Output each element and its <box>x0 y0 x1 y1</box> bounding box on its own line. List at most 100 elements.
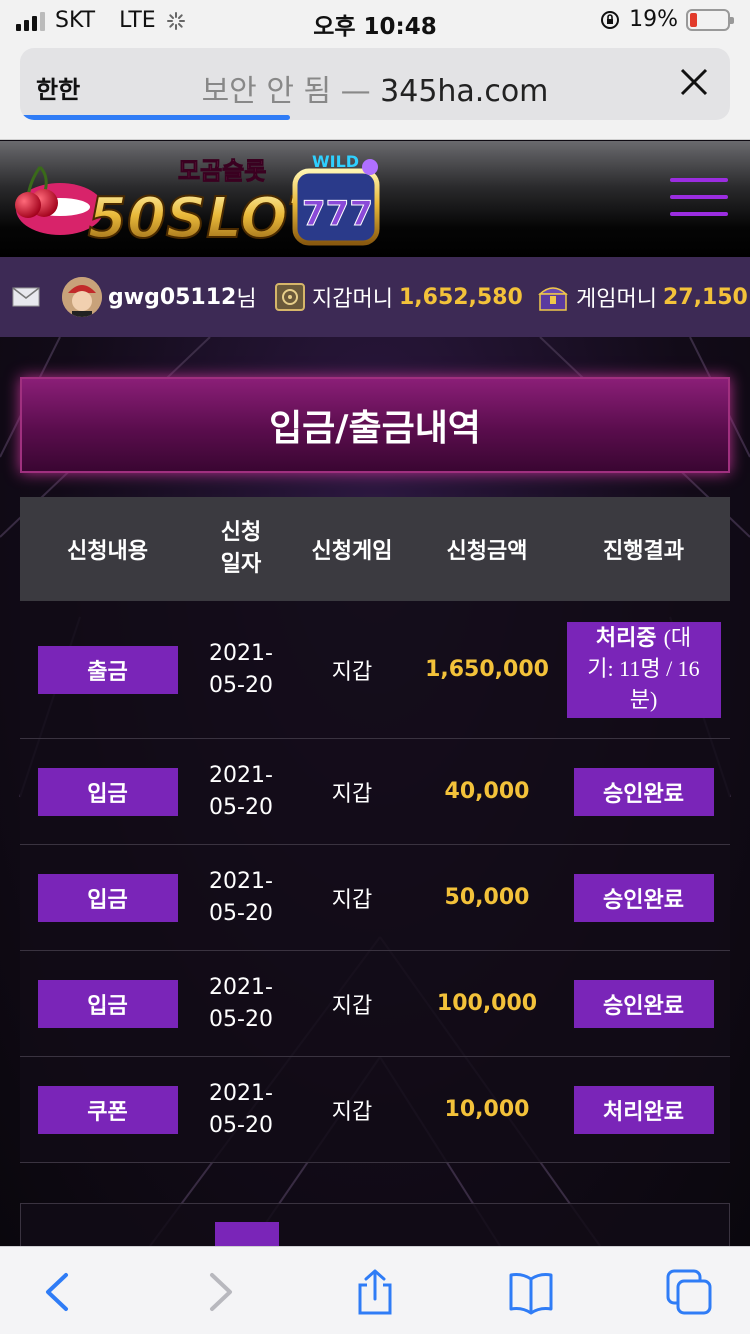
status-badge[interactable]: 승인완료 <box>573 979 714 1028</box>
status-badge[interactable]: 승인완료 <box>573 767 714 816</box>
close-icon[interactable] <box>674 62 714 102</box>
row-amount: 1,650,000 <box>425 657 549 682</box>
logo-badge-text: WILD <box>312 152 359 171</box>
row-game: 지갑 <box>331 781 373 807</box>
status-badge[interactable]: 처리완료 <box>573 1085 714 1134</box>
header-result: 진행결과 <box>603 539 684 564</box>
header-date: 신청 일자 <box>195 517 287 581</box>
logo-reel-text: 777 <box>302 194 373 234</box>
type-badge[interactable]: 출금 <box>37 645 178 694</box>
logo-korean-text: 모곰슬롯 <box>178 157 266 185</box>
username: gwg05112 <box>108 284 237 310</box>
site-header: 모곰슬롯 50SLOT WILD 777 <box>0 141 750 257</box>
mail-button[interactable] <box>12 257 40 337</box>
chevron-left-icon[interactable] <box>36 1269 82 1315</box>
status-bold: 처리중 <box>595 626 657 651</box>
row-game: 지갑 <box>331 659 373 685</box>
status-badge-pending[interactable]: 처리중 (대 기: 11명 / 16 분) <box>566 621 721 718</box>
wallet-amount: 1,652,580 <box>398 284 523 310</box>
main-content: 입금/출금내역 신청내용 신청 일자 신청게임 신청금액 진행결과 출금 202… <box>0 337 750 1246</box>
status-rest-1: (대 <box>663 625 692 650</box>
table-row: 출금 2021- 05-20 지갑 1,650,000 처리중 (대 기: 11… <box>20 601 730 739</box>
date-line1: 2021- <box>209 762 273 788</box>
wallet-money: 지갑머니 1,652,580 <box>274 257 523 337</box>
date-line1: 2021- <box>209 868 273 894</box>
status-badge[interactable]: 승인완료 <box>573 873 714 922</box>
user-info-bar: gwg05112 님 지갑머니 1,652,580 게임머니 27,150 <box>0 257 750 337</box>
insecure-label: 보안 안 됨 — <box>201 74 371 109</box>
page-title-banner: 입금/출금내역 <box>20 377 730 473</box>
battery-fill <box>690 12 697 27</box>
row-amount: 100,000 <box>436 991 538 1016</box>
header-type: 신청내용 <box>67 539 148 564</box>
game-money: 게임머니 27,150 <box>536 257 748 337</box>
url-text[interactable]: 보안 안 됨 — 345ha.com <box>20 66 730 110</box>
transaction-table: 신청내용 신청 일자 신청게임 신청금액 진행결과 출금 2021- 05-20… <box>20 497 730 1163</box>
type-badge[interactable]: 쿠폰 <box>37 1085 178 1134</box>
date-line2: 05-20 <box>209 672 273 698</box>
row-amount: 10,000 <box>444 1097 530 1122</box>
row-date: 2021- 05-20 <box>195 638 287 702</box>
table-row: 입금 2021- 05-20 지갑 100,000 승인완료 <box>20 951 730 1057</box>
book-icon[interactable] <box>508 1269 554 1315</box>
status-right: 19% <box>599 7 734 32</box>
page-title: 입금/출금내역 <box>269 408 481 449</box>
site-logo[interactable]: 모곰슬롯 50SLOT WILD 777 <box>10 147 400 255</box>
row-date: 2021- 05-20 <box>195 1078 287 1142</box>
date-line1: 2021- <box>209 974 273 1000</box>
browser-url-area: 한한 보안 안 됨 — 345ha.com <box>0 40 750 140</box>
header-date-line1: 신청 <box>220 520 262 545</box>
battery-icon <box>686 8 734 31</box>
domain-label: 345ha.com <box>380 74 549 109</box>
menu-hamburger-button[interactable] <box>670 178 728 218</box>
menu-line <box>670 212 728 216</box>
row-game: 지갑 <box>331 1099 373 1125</box>
date-line2: 05-20 <box>209 1006 273 1032</box>
menu-line <box>670 178 728 182</box>
mail-icon <box>12 287 40 307</box>
row-date: 2021- 05-20 <box>195 972 287 1036</box>
header-game: 신청게임 <box>311 539 393 564</box>
treasure-chest-icon <box>538 287 568 311</box>
status-rest-2: 기: 11명 / 16 <box>587 656 700 681</box>
date-line2: 05-20 <box>209 1112 273 1138</box>
date-line1: 2021- <box>209 640 273 666</box>
avatar <box>62 277 102 317</box>
table-row: 쿠폰 2021- 05-20 지갑 10,000 처리완료 <box>20 1057 730 1163</box>
page-button-current[interactable] <box>215 1222 279 1246</box>
chevron-right-icon[interactable] <box>196 1269 242 1315</box>
row-amount: 50,000 <box>444 885 530 910</box>
menu-line <box>670 195 728 199</box>
table-row: 입금 2021- 05-20 지갑 50,000 승인완료 <box>20 845 730 951</box>
date-line1: 2021- <box>209 1080 273 1106</box>
row-amount: 40,000 <box>444 779 530 804</box>
row-date: 2021- 05-20 <box>195 760 287 824</box>
status-rest-3: 분) <box>629 687 658 712</box>
rotation-lock-icon <box>601 10 620 29</box>
row-date: 2021- 05-20 <box>195 866 287 930</box>
game-amount: 27,150 <box>662 284 748 310</box>
type-badge[interactable]: 입금 <box>37 767 178 816</box>
row-game: 지갑 <box>331 887 373 913</box>
game-label: 게임머니 <box>576 287 657 312</box>
load-progress-bar <box>20 115 290 120</box>
safe-icon <box>275 283 305 311</box>
tabs-icon[interactable] <box>666 1269 712 1315</box>
address-bar[interactable]: 한한 보안 안 됨 — 345ha.com <box>20 48 730 120</box>
table-header: 신청내용 신청 일자 신청게임 신청금액 진행결과 <box>20 497 730 601</box>
type-badge[interactable]: 입금 <box>37 979 178 1028</box>
browser-toolbar <box>0 1246 750 1334</box>
pagination <box>20 1203 730 1246</box>
date-line2: 05-20 <box>209 900 273 926</box>
status-bar: SKT LTE 오후 10:48 19% <box>0 0 750 40</box>
header-date-line2: 일자 <box>220 552 262 577</box>
row-game: 지갑 <box>331 993 373 1019</box>
date-line2: 05-20 <box>209 794 273 820</box>
battery-percent: 19% <box>629 7 678 32</box>
table-row: 입금 2021- 05-20 지갑 40,000 승인완료 <box>20 739 730 845</box>
type-badge[interactable]: 입금 <box>37 873 178 922</box>
share-icon[interactable] <box>352 1269 398 1315</box>
username-suffix: 님 <box>236 287 257 312</box>
user-profile[interactable]: gwg05112 님 <box>62 257 257 337</box>
wallet-label: 지갑머니 <box>312 287 393 312</box>
